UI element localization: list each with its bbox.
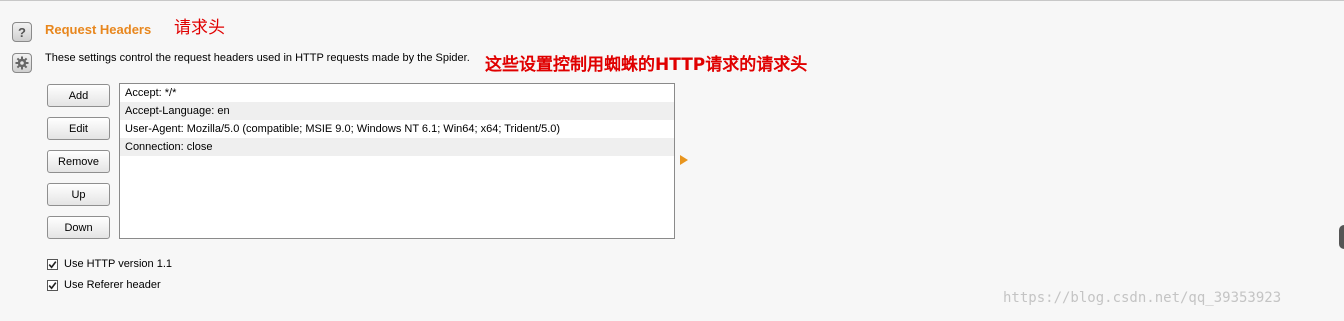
referer-label: Use Referer header [64, 279, 161, 291]
referer-checkbox[interactable] [47, 279, 58, 291]
section-title: Request Headers [45, 22, 152, 37]
svg-text:?: ? [18, 25, 26, 39]
top-divider [0, 0, 1344, 1]
remove-button[interactable]: Remove [47, 150, 110, 173]
http11-label: Use HTTP version 1.1 [64, 258, 173, 270]
add-button[interactable]: Add [47, 84, 110, 107]
up-button[interactable]: Up [47, 183, 110, 206]
list-item[interactable]: Accept: */* [120, 84, 674, 102]
http11-checkbox[interactable] [47, 258, 58, 270]
checkmark-icon [48, 260, 57, 268]
edit-button[interactable]: Edit [47, 117, 110, 140]
watermark: https://blog.csdn.net/qq_39353923 [1003, 290, 1282, 306]
expand-arrow-icon[interactable] [680, 155, 688, 165]
list-item[interactable]: Connection: close [120, 138, 674, 156]
down-button[interactable]: Down [47, 216, 110, 239]
list-item[interactable]: User-Agent: Mozilla/5.0 (compatible; MSI… [120, 120, 674, 138]
option-http11[interactable]: Use HTTP version 1.1 [47, 258, 172, 270]
section-description: These settings control the request heade… [45, 52, 470, 64]
description-annotation: 这些设置控制用蜘蛛的HTTP请求的请求头 [485, 55, 808, 75]
gear-icon[interactable] [12, 53, 32, 73]
list-item[interactable]: Accept-Language: en [120, 102, 674, 120]
checkmark-icon [48, 281, 57, 289]
request-headers-list[interactable]: Accept: */* Accept-Language: en User-Age… [119, 83, 675, 239]
edge-handle[interactable] [1339, 225, 1344, 249]
help-icon[interactable]: ? [12, 22, 32, 42]
option-referer[interactable]: Use Referer header [47, 279, 161, 291]
title-annotation: 请求头 [174, 18, 225, 38]
